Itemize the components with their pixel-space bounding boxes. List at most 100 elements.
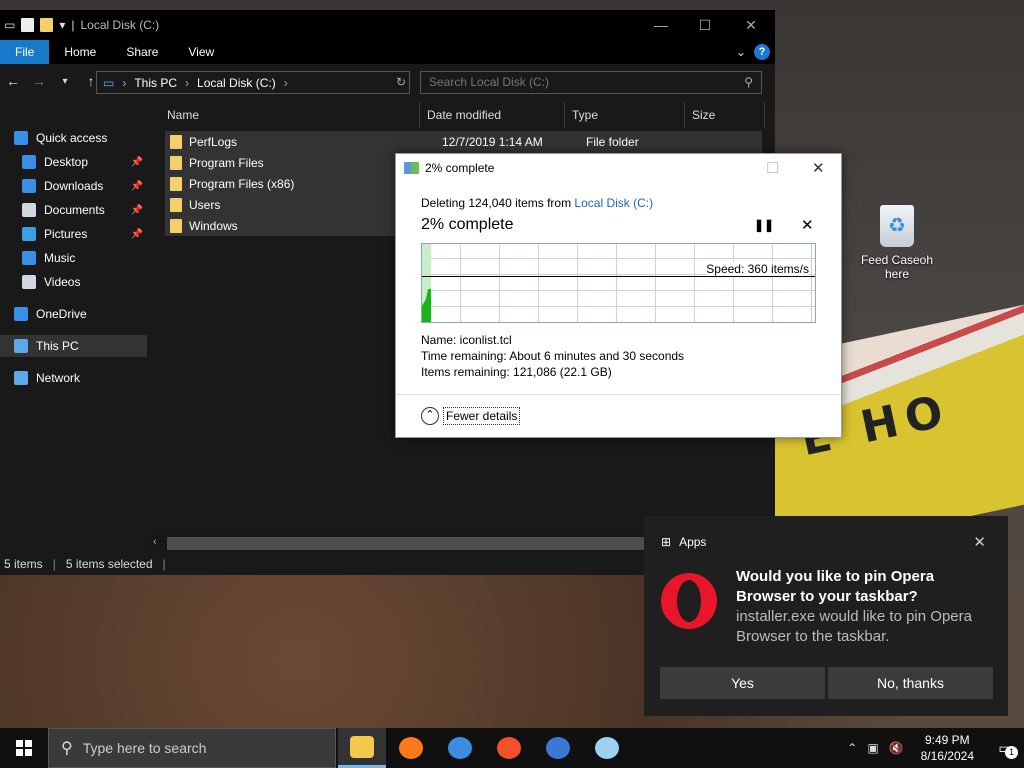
tablet-app-icon bbox=[595, 737, 619, 759]
folder-icon bbox=[170, 197, 182, 212]
scroll-left-icon[interactable]: ‹ bbox=[153, 536, 157, 548]
notification-body: installer.exe would like to pin Opera Br… bbox=[736, 608, 972, 645]
file-explorer-app-button[interactable] bbox=[338, 728, 386, 768]
speed-history bbox=[422, 289, 431, 322]
pause-button[interactable]: ❚❚ bbox=[754, 218, 774, 232]
cloud-icon bbox=[14, 307, 28, 321]
action-center-icon[interactable]: ▭ 1 bbox=[986, 740, 1024, 759]
show-hidden-icons-chevron-icon[interactable]: ⌃ bbox=[847, 741, 857, 755]
sidebar-item-label: Quick access bbox=[36, 131, 108, 145]
sidebar-item-network[interactable]: Network bbox=[0, 367, 147, 389]
sidebar-item-pictures[interactable]: Pictures 📌 bbox=[0, 223, 147, 245]
search-icon: ⚲ bbox=[61, 740, 73, 757]
close-button[interactable]: ✕ bbox=[728, 10, 774, 40]
yes-button[interactable]: Yes bbox=[660, 667, 825, 699]
column-date-modified[interactable]: Date modified bbox=[420, 102, 565, 128]
pin-icon[interactable]: 📌 bbox=[131, 181, 143, 192]
refresh-icon[interactable]: ↻ bbox=[396, 75, 406, 89]
sidebar-item-label: Videos bbox=[44, 275, 81, 289]
ea-app-button[interactable] bbox=[485, 728, 533, 768]
tab-share[interactable]: Share bbox=[111, 40, 173, 64]
new-folder-icon[interactable] bbox=[40, 18, 54, 32]
speed-graph: Speed: 360 items/s bbox=[421, 243, 816, 323]
sidebar-item-videos[interactable]: Videos bbox=[0, 271, 147, 293]
dialog-close-button[interactable]: ✕ bbox=[812, 159, 825, 177]
taskbar-search-box[interactable]: ⚲ Type here to search bbox=[48, 728, 336, 768]
sidebar-item-downloads[interactable]: Downloads 📌 bbox=[0, 175, 147, 197]
scrollbar-thumb[interactable] bbox=[167, 537, 645, 550]
clock-date: 8/16/2024 bbox=[920, 749, 974, 763]
pin-icon[interactable]: 📌 bbox=[131, 157, 143, 168]
cancel-button[interactable]: ✕ bbox=[801, 216, 814, 234]
folder-icon bbox=[170, 176, 182, 191]
firefox-app-button[interactable] bbox=[387, 728, 435, 768]
picture-icon bbox=[22, 227, 36, 241]
properties-icon[interactable] bbox=[21, 18, 35, 32]
delete-progress-dialog: 2% complete ☐ ✕ Deleting 124,040 items f… bbox=[395, 153, 842, 438]
opera-logo-icon bbox=[661, 573, 717, 629]
source-location-link[interactable]: Local Disk (C:) bbox=[574, 196, 653, 210]
sidebar-item-onedrive[interactable]: OneDrive bbox=[0, 303, 147, 325]
explorer-app-icon: ▭ bbox=[4, 18, 16, 32]
notification-count-badge: 1 bbox=[1005, 745, 1018, 759]
column-size[interactable]: Size bbox=[685, 102, 765, 128]
sidebar-item-desktop[interactable]: Desktop 📌 bbox=[0, 151, 147, 173]
tab-view[interactable]: View bbox=[173, 40, 229, 64]
recycle-bin-shortcut[interactable]: ♻ Feed Caseoh here bbox=[860, 205, 934, 281]
breadcrumb-local-disk[interactable]: Local Disk (C:) bbox=[197, 76, 276, 90]
recent-locations-icon[interactable]: ▾ bbox=[56, 76, 74, 87]
item-count: 5 items bbox=[4, 557, 43, 571]
file-type: File folder bbox=[586, 134, 639, 149]
file-row[interactable]: PerfLogs 12/7/2019 1:14 AM File folder bbox=[165, 131, 762, 152]
sidebar-item-label: Network bbox=[36, 371, 81, 385]
fewer-details-button[interactable]: ⌃ Fewer details bbox=[421, 407, 521, 425]
file-name: PerfLogs bbox=[189, 134, 238, 149]
back-arrow-icon[interactable]: ← bbox=[4, 73, 22, 89]
clock[interactable]: 9:49 PM 8/16/2024 bbox=[921, 732, 974, 764]
speed-label: Speed: 360 items/s bbox=[706, 262, 809, 276]
ea-app-icon bbox=[497, 737, 521, 759]
network-icon bbox=[14, 371, 28, 385]
search-input[interactable]: Search Local Disk (C:) ⚲ bbox=[420, 71, 762, 94]
video-icon bbox=[22, 275, 36, 289]
sidebar-item-label: Desktop bbox=[44, 155, 89, 169]
edge-app-icon bbox=[546, 737, 570, 759]
volume-muted-icon[interactable]: 🔇 bbox=[889, 741, 904, 755]
tab-home[interactable]: Home bbox=[49, 40, 111, 64]
sidebar-item-this-pc[interactable]: This PC bbox=[0, 335, 147, 357]
column-name[interactable]: Name bbox=[160, 102, 420, 128]
edge-app-button[interactable] bbox=[534, 728, 582, 768]
quick-access-dropdown-icon[interactable]: ▾ bbox=[59, 18, 65, 32]
help-icon[interactable]: ? bbox=[754, 44, 770, 60]
notification-close-button[interactable]: ✕ bbox=[973, 533, 986, 551]
column-type[interactable]: Type bbox=[565, 102, 685, 128]
ribbon-tabs: File Home Share View bbox=[0, 40, 775, 64]
start-button[interactable] bbox=[0, 728, 48, 768]
no-thanks-button[interactable]: No, thanks bbox=[828, 667, 993, 699]
maximize-button[interactable]: ☐ bbox=[682, 10, 728, 40]
minimize-button[interactable]: — bbox=[638, 10, 684, 40]
sidebar-item-label: Documents bbox=[44, 203, 105, 217]
pin-icon[interactable]: 📌 bbox=[131, 205, 143, 216]
items-remaining: Items remaining: 121,086 (22.1 GB) bbox=[421, 365, 612, 379]
breadcrumb-this-pc[interactable]: This PC bbox=[134, 76, 177, 90]
document-icon bbox=[22, 203, 36, 217]
expand-ribbon-icon[interactable]: ⌄ bbox=[736, 45, 746, 59]
sidebar-item-label: OneDrive bbox=[36, 307, 87, 321]
sidebar-item-music[interactable]: Music bbox=[0, 247, 147, 269]
pin-icon[interactable]: 📌 bbox=[131, 229, 143, 240]
tab-file[interactable]: File bbox=[0, 40, 50, 64]
sidebar-item-documents[interactable]: Documents 📌 bbox=[0, 199, 147, 221]
sidebar-item-quick-access[interactable]: Quick access bbox=[0, 127, 147, 149]
forward-arrow-icon[interactable]: → bbox=[30, 73, 48, 89]
address-bar[interactable]: ▭ › This PC › Local Disk (C:) › ↻ bbox=[96, 71, 410, 94]
tablet-app-button[interactable] bbox=[583, 728, 631, 768]
notification-app-name: Apps bbox=[679, 535, 707, 549]
dialog-maximize-button[interactable]: ☐ bbox=[766, 159, 779, 177]
navigation-pane: Quick access Desktop 📌 Downloads 📌 Documents 📌… bbox=[0, 115, 147, 545]
chrome-app-icon bbox=[448, 737, 472, 759]
chrome-app-button[interactable] bbox=[436, 728, 484, 768]
recycle-bin-label: Feed Caseoh here bbox=[860, 253, 934, 281]
network-icon[interactable]: ▣ bbox=[867, 741, 878, 755]
system-tray: ⌃ ▣ 🔇 9:49 PM 8/16/2024 ▭ 1 bbox=[842, 728, 1024, 768]
